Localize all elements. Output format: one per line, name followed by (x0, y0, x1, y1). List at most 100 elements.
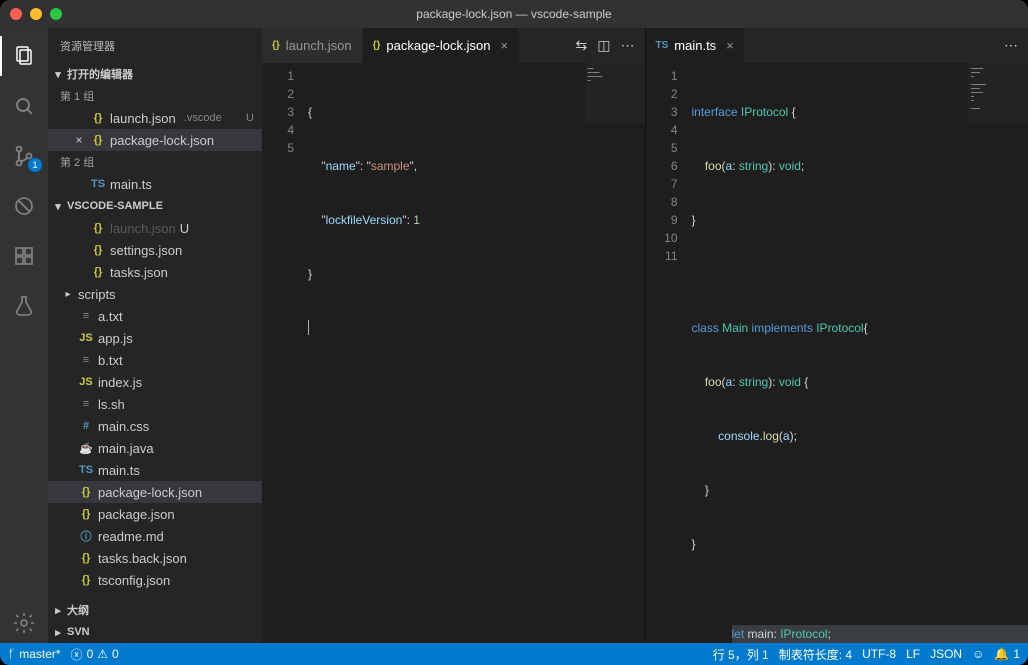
test-tab-icon[interactable] (0, 286, 48, 326)
file-item[interactable]: {}tasks.json (48, 261, 262, 283)
open-editors-header[interactable]: ▾打开的编辑器 (48, 63, 262, 85)
file-item[interactable]: {} package-lock.json (48, 481, 262, 503)
feedback-icon[interactable]: ☺ (972, 647, 984, 661)
file-name: a.txt (98, 309, 123, 324)
file-name: tasks.back.json (98, 551, 187, 566)
file-item[interactable]: {}settings.json (48, 239, 262, 261)
file-item[interactable]: JS app.js (48, 327, 262, 349)
file-item[interactable]: #main.css (48, 415, 262, 437)
file-name: main.ts (110, 177, 152, 192)
outline-header[interactable]: ▸大纲 (48, 599, 262, 621)
file-item[interactable]: JSindex.js (48, 371, 262, 393)
editor-tab[interactable]: TS main.ts × (646, 28, 745, 63)
ts-file-icon: TS (656, 40, 669, 51)
settings-gear-icon[interactable] (0, 603, 48, 643)
code-editor[interactable]: 12345 { "name": "sample", "lockfileVersi… (262, 63, 645, 643)
file-name: package-lock.json (110, 133, 214, 148)
file-icon: JS (78, 332, 94, 344)
file-name: package.json (98, 507, 175, 522)
open-editor-item[interactable]: TS main.ts (48, 173, 262, 195)
maximize-window-icon[interactable] (50, 8, 62, 20)
json-file-icon: {} (373, 40, 381, 51)
file-name: launch.json (110, 111, 176, 126)
file-name: index.js (98, 375, 142, 390)
indent-status[interactable]: 制表符长度: 4 (779, 646, 852, 663)
file-icon: ☕ (78, 442, 94, 455)
file-name: readme.md (98, 529, 164, 544)
debug-tab-icon[interactable] (0, 186, 48, 226)
open-editor-item[interactable]: {} launch.json .vscode U (48, 107, 262, 129)
more-actions-icon[interactable]: ⋯ (1004, 37, 1018, 54)
close-icon[interactable]: × (72, 133, 86, 147)
editor-tab[interactable]: {} package-lock.json × (363, 28, 519, 63)
file-name: main.css (98, 419, 149, 434)
file-item[interactable]: {}package.json (48, 503, 262, 525)
cursor-position[interactable]: 行 5，列 1 (713, 646, 769, 663)
branch-status[interactable]: ᚶmaster* (8, 647, 61, 661)
code-editor[interactable]: 1234567891011 interface IProtocol { foo(… (646, 63, 1028, 643)
project-header[interactable]: ▾VSCODE-SAMPLE (48, 195, 262, 217)
minimap[interactable]: ▬▬▬▬▬▬▬▬▬▬▬▬▬▬▬▬▬▬▬▬▬▬▬▬▬ (968, 63, 1028, 123)
svn-header[interactable]: ▸SVN (48, 621, 262, 643)
file-name: main.java (98, 441, 154, 456)
close-tab-icon[interactable]: × (726, 38, 734, 53)
chevron-right-icon: ▸ (62, 289, 74, 300)
file-icon: {} (90, 244, 106, 256)
extensions-tab-icon[interactable] (0, 236, 48, 276)
problems-status[interactable]: ⓧ0⚠0 (71, 646, 119, 663)
file-tree: {}launch.jsonU{}settings.json{}tasks.jso… (48, 217, 262, 599)
encoding-status[interactable]: UTF-8 (862, 647, 896, 661)
workbench-body: 1 资源管理器 ▾打开的编辑器 第 1 组 {} launch. (0, 28, 1028, 643)
file-item[interactable]: {}tsconfig.json (48, 569, 262, 591)
code-content[interactable]: { "name": "sample", "lockfileVersion": 1… (308, 63, 645, 643)
group-2-header: 第 2 组 (48, 151, 262, 173)
minimap[interactable]: ▬▬▬▬▬▬▬▬▬▬▬▬ (585, 63, 645, 123)
sidebar-title: 资源管理器 (48, 28, 262, 63)
vscode-window: package-lock.json — vscode-sample 1 (0, 0, 1028, 665)
close-window-icon[interactable] (10, 8, 22, 20)
file-icon: {} (78, 552, 94, 564)
close-tab-icon[interactable]: × (500, 38, 508, 53)
json-file-icon: {} (90, 112, 106, 124)
open-editor-item[interactable]: × {} package-lock.json (48, 129, 262, 151)
file-path-dim: .vscode (184, 112, 222, 124)
file-item[interactable]: ≡ls.sh (48, 393, 262, 415)
text-cursor (308, 320, 309, 335)
file-item[interactable]: ☕ main.java (48, 437, 262, 459)
file-item[interactable]: TSmain.ts (48, 459, 262, 481)
file-icon: {} (78, 486, 94, 498)
activity-bar: 1 (0, 28, 48, 643)
file-item[interactable]: ⓘreadme.md (48, 525, 262, 547)
explorer-tab-icon[interactable] (0, 36, 48, 76)
error-icon: ⓧ (71, 646, 83, 663)
ts-file-icon: TS (90, 178, 106, 190)
notifications-icon[interactable]: 🔔1 (994, 647, 1020, 661)
scm-badge: 1 (28, 158, 42, 172)
split-editor-icon[interactable]: ◫ (597, 37, 610, 54)
file-icon: ≡ (78, 354, 94, 366)
folder-item[interactable]: ▸scripts (48, 283, 262, 305)
file-item[interactable]: {} tasks.back.json (48, 547, 262, 569)
file-item[interactable]: {}launch.jsonU (48, 217, 262, 239)
more-actions-icon[interactable]: ⋯ (621, 37, 635, 54)
file-item[interactable]: ≡ b.txt (48, 349, 262, 371)
file-item[interactable]: ≡ a.txt (48, 305, 262, 327)
status-bar: ᚶmaster* ⓧ0⚠0 行 5，列 1 制表符长度: 4 UTF-8 LF … (0, 643, 1028, 665)
file-name: b.txt (98, 353, 123, 368)
language-status[interactable]: JSON (930, 647, 962, 661)
eol-status[interactable]: LF (906, 647, 920, 661)
minimize-window-icon[interactable] (30, 8, 42, 20)
code-content[interactable]: interface IProtocol { foo(a: string): vo… (692, 63, 1028, 643)
editor-tab[interactable]: {} launch.json (262, 28, 363, 63)
tab-label: main.ts (674, 38, 716, 53)
editor-group-2: TS main.ts × ⋯ ▬▬▬▬▬▬▬▬▬▬▬▬▬▬▬▬▬▬▬▬▬▬▬▬▬… (645, 28, 1028, 643)
search-tab-icon[interactable] (0, 86, 48, 126)
editor-actions: ⋯ (994, 28, 1028, 63)
file-name: app.js (98, 331, 133, 346)
warning-icon: ⚠ (97, 647, 108, 661)
file-name: package-lock.json (98, 485, 202, 500)
file-icon: ≡ (78, 310, 94, 322)
compare-icon[interactable]: ⇆ (576, 37, 588, 54)
editor-group-1: {} launch.json {} package-lock.json × ⇆ … (262, 28, 645, 643)
scm-tab-icon[interactable]: 1 (0, 136, 48, 176)
